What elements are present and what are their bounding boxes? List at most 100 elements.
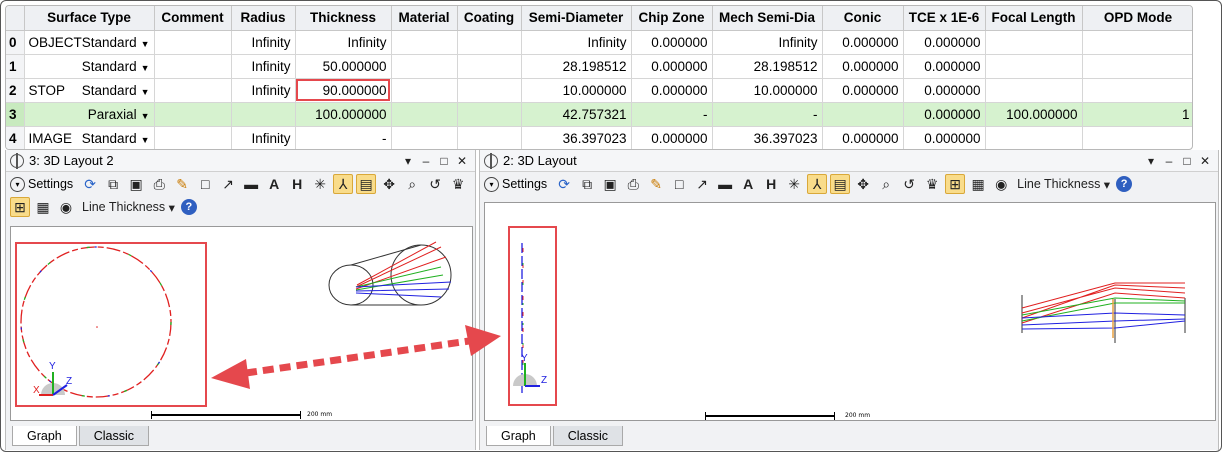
chevron-down-icon[interactable]: ▼ (141, 135, 150, 145)
surface-type-cell[interactable]: OBJECT Standard ▼ (24, 30, 155, 55)
opd-mode-cell[interactable]: 1 (1082, 102, 1192, 127)
close-button[interactable]: ✕ (1196, 154, 1214, 168)
rectangle-icon[interactable]: □ (195, 174, 215, 194)
coating-cell[interactable] (457, 126, 522, 149)
col-header-conic[interactable]: Conic (822, 6, 904, 31)
close-button[interactable]: ✕ (453, 154, 471, 168)
line-thickness-dropdown[interactable]: Line Thickness ▾ (79, 197, 178, 217)
mech-semi-dia-cell[interactable]: 10.000000 (712, 78, 823, 103)
minimize-button[interactable]: – (1160, 154, 1178, 168)
mech-semi-dia-cell[interactable]: - (712, 102, 823, 127)
chevron-down-icon[interactable]: ▼ (141, 39, 150, 49)
pan-icon[interactable]: ✥ (379, 174, 399, 194)
dimension-icon[interactable]: H (287, 174, 307, 194)
mech-semi-dia-cell[interactable]: Infinity (712, 30, 823, 55)
rotate-icon[interactable]: ✳ (310, 174, 330, 194)
conic-cell[interactable]: 0.000000 (822, 30, 904, 55)
chevron-down-icon[interactable]: ▼ (141, 87, 150, 97)
focal-length-cell[interactable] (985, 30, 1083, 55)
tce-cell[interactable]: 0.000000 (903, 54, 986, 79)
semi-diameter-cell[interactable]: 28.198512 (521, 54, 632, 79)
fit-icon[interactable]: ⊞ (10, 197, 30, 217)
focal-length-cell[interactable] (985, 54, 1083, 79)
semi-diameter-cell[interactable]: 10.000000 (521, 78, 632, 103)
semi-diameter-cell[interactable]: 36.397023 (521, 126, 632, 149)
col-header-thickness[interactable]: Thickness (295, 6, 392, 31)
col-header-coating[interactable]: Coating (457, 6, 522, 31)
window-menu-button[interactable]: ▾ (399, 154, 417, 168)
col-header-opd-mode[interactable]: OPD Mode (1082, 6, 1192, 31)
col-header-focal-length[interactable]: Focal Length (985, 6, 1083, 31)
comment-cell[interactable] (154, 126, 232, 149)
material-cell[interactable] (391, 78, 458, 103)
material-cell[interactable] (391, 54, 458, 79)
col-header-surface-type[interactable]: Surface Type (24, 6, 155, 31)
maximize-button[interactable]: □ (435, 154, 453, 168)
tab-graph[interactable]: Graph (12, 426, 77, 446)
tce-cell[interactable]: 0.000000 (903, 30, 986, 55)
radius-cell[interactable]: Infinity (231, 78, 296, 103)
help-icon[interactable]: ? (180, 199, 197, 215)
reset-view-icon[interactable]: ↺ (425, 174, 445, 194)
save-icon[interactable]: ▣ (126, 174, 146, 194)
fit-icon[interactable]: ⊞ (945, 174, 966, 194)
layers-icon[interactable]: ▦ (968, 174, 988, 194)
line-icon[interactable]: ▬ (241, 174, 261, 194)
dimension-icon[interactable]: H (761, 174, 781, 194)
col-header-chip-zone[interactable]: Chip Zone (631, 6, 713, 31)
focal-length-cell[interactable]: 100.000000 (985, 102, 1083, 127)
focal-length-cell[interactable] (985, 78, 1083, 103)
minimize-button[interactable]: – (417, 154, 435, 168)
thickness-cell[interactable]: 100.000000 (295, 102, 392, 127)
radius-cell[interactable]: Infinity (231, 54, 296, 79)
chip-zone-cell[interactable]: 0.000000 (631, 126, 713, 149)
row-number[interactable]: 3 (6, 102, 25, 127)
conic-cell[interactable] (822, 102, 904, 127)
view-icon[interactable]: ▤ (356, 174, 377, 194)
arrow-icon[interactable]: ↗ (692, 174, 712, 194)
view-icon[interactable]: ▤ (830, 174, 851, 194)
material-cell[interactable] (391, 102, 458, 127)
conic-cell[interactable]: 0.000000 (822, 78, 904, 103)
mech-semi-dia-cell[interactable]: 36.397023 (712, 126, 823, 149)
surface-type-cell[interactable]: Standard ▼ (24, 54, 155, 79)
thickness-cell[interactable]: Infinity (295, 30, 392, 55)
refresh-icon[interactable]: ⟳ (80, 174, 100, 194)
axes-icon[interactable]: ⅄ (807, 174, 828, 194)
zoom-icon[interactable]: ⌕ (402, 174, 422, 194)
layers-icon[interactable]: ▦ (33, 197, 53, 217)
coating-cell[interactable] (457, 30, 522, 55)
settings-button[interactable]: ▾ Settings (10, 176, 77, 192)
chevron-down-icon[interactable]: ▼ (141, 111, 150, 121)
tce-cell[interactable]: 0.000000 (903, 102, 986, 127)
opd-mode-cell[interactable] (1082, 78, 1192, 103)
settings-button[interactable]: ▾ Settings (484, 176, 551, 192)
chip-zone-cell[interactable]: - (631, 102, 713, 127)
col-header-mech-semi-dia[interactable]: Mech Semi-Dia (712, 6, 823, 31)
col-header-tce[interactable]: TCE x 1E-6 (903, 6, 986, 31)
col-header-semi-diameter[interactable]: Semi-Diameter (521, 6, 632, 31)
window-menu-button[interactable]: ▾ (1142, 154, 1160, 168)
thickness-cell[interactable]: 50.000000 (295, 54, 392, 79)
pencil-icon[interactable]: ✎ (172, 174, 192, 194)
surface-type-cell[interactable]: IMAGE Standard ▼ (24, 126, 155, 149)
reset-view-icon[interactable]: ↺ (899, 174, 919, 194)
table-row[interactable]: 2 STOP Standard ▼ Infinity 90.000000 10.000000… (6, 78, 1192, 103)
axes-icon[interactable]: ⅄ (333, 174, 354, 194)
semi-diameter-cell[interactable]: 42.757321 (521, 102, 632, 127)
opd-mode-cell[interactable] (1082, 30, 1192, 55)
lamp-icon[interactable]: ♛ (922, 174, 942, 194)
layout-canvas[interactable]: Y X Z 200 mm (10, 226, 473, 421)
copy-icon[interactable]: ⧉ (103, 174, 123, 194)
mech-semi-dia-cell[interactable]: 28.198512 (712, 54, 823, 79)
arrow-icon[interactable]: ↗ (218, 174, 238, 194)
comment-cell[interactable] (154, 30, 232, 55)
radius-cell[interactable]: Infinity (231, 126, 296, 149)
tab-classic[interactable]: Classic (552, 426, 624, 446)
coating-cell[interactable] (457, 54, 522, 79)
tab-graph[interactable]: Graph (486, 426, 551, 446)
opd-mode-cell[interactable] (1082, 126, 1192, 149)
zoom-icon[interactable]: ⌕ (876, 174, 896, 194)
thickness-cell[interactable]: 90.000000 (295, 78, 392, 103)
comment-cell[interactable] (154, 102, 232, 127)
